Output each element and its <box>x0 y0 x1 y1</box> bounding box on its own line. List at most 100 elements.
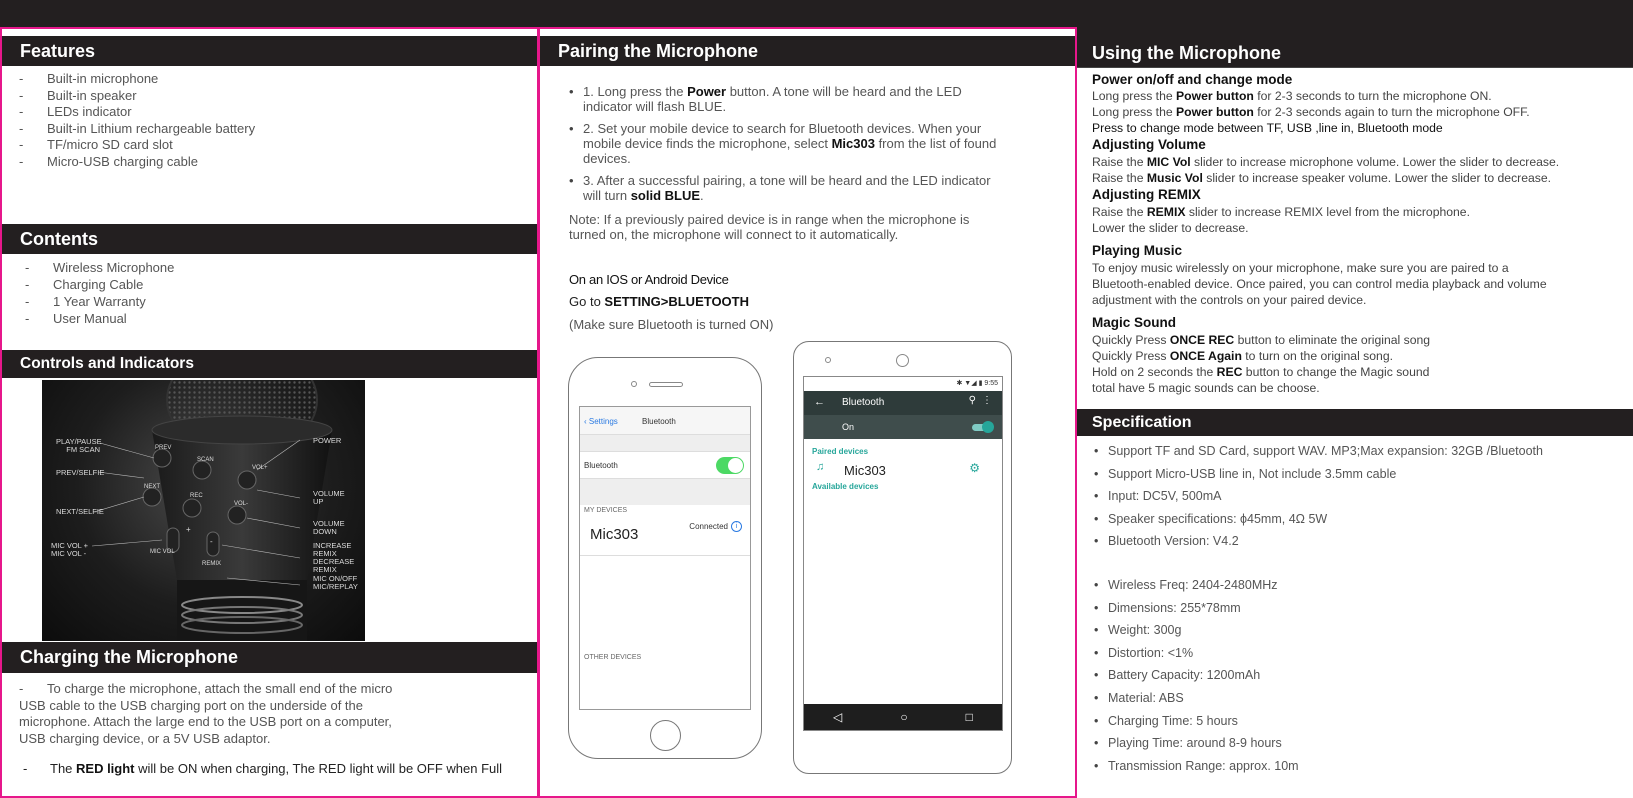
iphone-home-button <box>650 720 681 751</box>
pairing-heading: Pairing the Microphone <box>540 36 1075 66</box>
android-screen: ✱ ▼◢ ▮ 9:55 ← Bluetooth ⚲ ⋮ On Paired de… <box>803 376 1003 731</box>
list-item: Micro-USB charging cable <box>19 154 519 171</box>
android-mockup: ✱ ▼◢ ▮ 9:55 ← Bluetooth ⚲ ⋮ On Paired de… <box>793 341 1012 774</box>
label-prev-selfie: PREV/SELFIE <box>56 468 105 477</box>
music-text: To enjoy music wirelessly on your microp… <box>1092 261 1547 307</box>
list-item: Built-in Lithium rechargeable battery <box>19 121 519 138</box>
ios-bluetooth-row: Bluetooth <box>580 451 750 479</box>
list-item: Dimensions: 255*78mm <box>1094 597 1624 620</box>
label-btn-plus: + <box>186 525 191 534</box>
list-item: Built-in microphone <box>19 71 519 88</box>
list-item: Wireless Freq: 2404-2480MHz <box>1094 574 1624 597</box>
top-bar <box>0 0 1633 27</box>
android-on-row: On <box>804 415 1002 439</box>
magic-line-2: Quickly Press ONCE Again to turn on the … <box>1092 349 1393 363</box>
android-sensor <box>825 357 831 363</box>
ios-my-devices-label: MY DEVICES <box>584 507 628 514</box>
label-volume-down: VOLUME DOWN <box>313 519 345 536</box>
music-heading: Playing Music <box>1092 243 1183 258</box>
list-item: Weight: 300g <box>1094 619 1624 642</box>
list-item: Input: DC5V, 500mA <box>1094 485 1624 508</box>
search-icon[interactable]: ⚲ <box>969 395 976 406</box>
more-vert-icon[interactable]: ⋮ <box>982 395 992 406</box>
list-item: Material: ABS <box>1094 687 1624 710</box>
nav-home-icon[interactable]: ○ <box>900 710 907 724</box>
pairing-steps: 1. Long press the Power button. A tone w… <box>569 84 1007 203</box>
using-divider <box>1077 67 1633 68</box>
nav-back-icon[interactable]: ◁ <box>833 710 842 724</box>
remix-line-1: Raise the REMIX slider to increase REMIX… <box>1092 205 1470 219</box>
ios-nav-bar: ‹ Settings Bluetooth <box>580 407 750 435</box>
pairing-step-2: 2. Set your mobile device to search for … <box>569 121 1007 166</box>
headphones-icon: ♫ <box>816 461 825 473</box>
list-item: LEDs indicator <box>19 104 519 121</box>
list-item: Playing Time: around 8-9 hours <box>1094 732 1624 755</box>
list-item: Charging Time: 5 hours <box>1094 710 1624 733</box>
label-mic-onoff: MIC ON/OFF MIC/REPLAY <box>313 574 358 591</box>
list-item: 1 Year Warranty <box>25 293 525 310</box>
back-arrow-icon[interactable]: ← <box>814 396 825 408</box>
bluetooth-on-note: (Make sure Bluetooth is turned ON) <box>569 317 774 332</box>
list-item: Charging Cable <box>25 276 525 293</box>
power-line-1: Long press the Power button for 2-3 seco… <box>1092 89 1492 103</box>
goto-settings: Go to SETTING>BLUETOOTH <box>569 294 749 309</box>
label-btn-prev: PREV <box>155 445 172 451</box>
pairing-step-1: 1. Long press the Power button. A tone w… <box>569 84 1007 114</box>
label-btn-remix: REMIX <box>202 561 222 567</box>
spec-list-2: Wireless Freq: 2404-2480MHz Dimensions: … <box>1094 574 1624 777</box>
label-btn-scan: SCAN <box>197 457 214 463</box>
charging-red-light-note: - The RED light will be ON when charging,… <box>23 761 503 776</box>
label-btn-next: NEXT <box>144 484 161 490</box>
android-bluetooth-toggle[interactable] <box>972 421 994 433</box>
android-device-row[interactable]: ♫ Mic303 ⚙ <box>804 456 1002 482</box>
using-heading: Using the Microphone <box>1077 27 1633 67</box>
list-item: Distortion: <1% <box>1094 642 1624 665</box>
charging-paragraph: - To charge the microphone, attach the sm… <box>19 681 393 746</box>
pairing-step-3: 3. After a successful pairing, a tone wi… <box>569 173 1007 203</box>
features-list: Built-in microphone Built-in speaker LED… <box>19 71 519 170</box>
android-app-bar: ← Bluetooth ⚲ ⋮ <box>804 391 1002 415</box>
features-heading: Features <box>2 36 537 66</box>
ios-nav-title: Bluetooth <box>642 417 676 426</box>
iphone-mockup: ‹ Settings Bluetooth Bluetooth MY DEVICE… <box>568 357 762 759</box>
android-status-bar: ✱ ▼◢ ▮ 9:55 <box>804 377 1002 391</box>
list-item: Built-in speaker <box>19 88 519 105</box>
volume-line-1: Raise the MIC Vol slider to increase mic… <box>1092 155 1560 169</box>
label-btn-minus: - <box>210 537 213 546</box>
pairing-note: Note: If a previously paired device is i… <box>569 212 970 242</box>
ios-back-link[interactable]: ‹ Settings <box>584 417 618 426</box>
magic-line-4: total have 5 magic sounds can be choose. <box>1092 381 1320 395</box>
magic-line-3: Hold on 2 seconds the REC button to chan… <box>1092 365 1430 379</box>
volume-heading: Adjusting Volume <box>1092 137 1206 152</box>
android-available-label: Available devices <box>812 482 879 491</box>
android-camera <box>896 354 909 367</box>
label-next-selfie: NEXT/SELFIE <box>56 507 104 516</box>
info-icon[interactable]: i <box>731 521 742 532</box>
iphone-speaker <box>649 382 683 387</box>
controls-heading: Controls and Indicators <box>2 350 537 378</box>
iphone-camera <box>631 381 637 387</box>
ios-bluetooth-toggle[interactable] <box>716 457 744 474</box>
gear-icon[interactable]: ⚙ <box>969 461 980 475</box>
spec-list-1: Support TF and SD Card, support WAV. MP3… <box>1094 440 1624 553</box>
label-remix: INCREASE REMIX DECREASE REMIX <box>313 541 355 574</box>
contents-list: Wireless Microphone Charging Cable 1 Yea… <box>25 259 525 327</box>
contents-heading: Contents <box>2 224 537 254</box>
list-item: Speaker specifications: ϕ45mm, 4Ω 5W <box>1094 508 1624 531</box>
charging-heading: Charging the Microphone <box>2 642 537 673</box>
list-item: User Manual <box>25 310 525 327</box>
power-line-3: Press to change mode between TF, USB ,li… <box>1092 121 1443 135</box>
remix-line-2: Lower the slider to decrease. <box>1092 221 1249 235</box>
label-btn-vol-plus: VOL+ <box>252 465 268 471</box>
ios-device-row[interactable]: Mic303 Connected i <box>580 516 750 556</box>
list-item: Support Micro-USB line in, Not include 3… <box>1094 463 1624 486</box>
ios-other-devices-label: OTHER DEVICES <box>584 654 642 661</box>
label-power: POWER <box>313 436 342 445</box>
power-heading: Power on/off and change mode <box>1092 72 1293 87</box>
label-btn-vol-minus: VOL- <box>234 501 249 507</box>
android-nav-bar: ◁ ○ □ <box>804 704 1002 730</box>
microphone-controls-photo: PLAY/PAUSE FM SCAN PREV/SELFIE NEXT/SELF… <box>42 380 365 641</box>
list-item: Battery Capacity: 1200mAh <box>1094 664 1624 687</box>
nav-recents-icon[interactable]: □ <box>966 710 973 724</box>
remix-heading: Adjusting REMIX <box>1092 187 1201 202</box>
